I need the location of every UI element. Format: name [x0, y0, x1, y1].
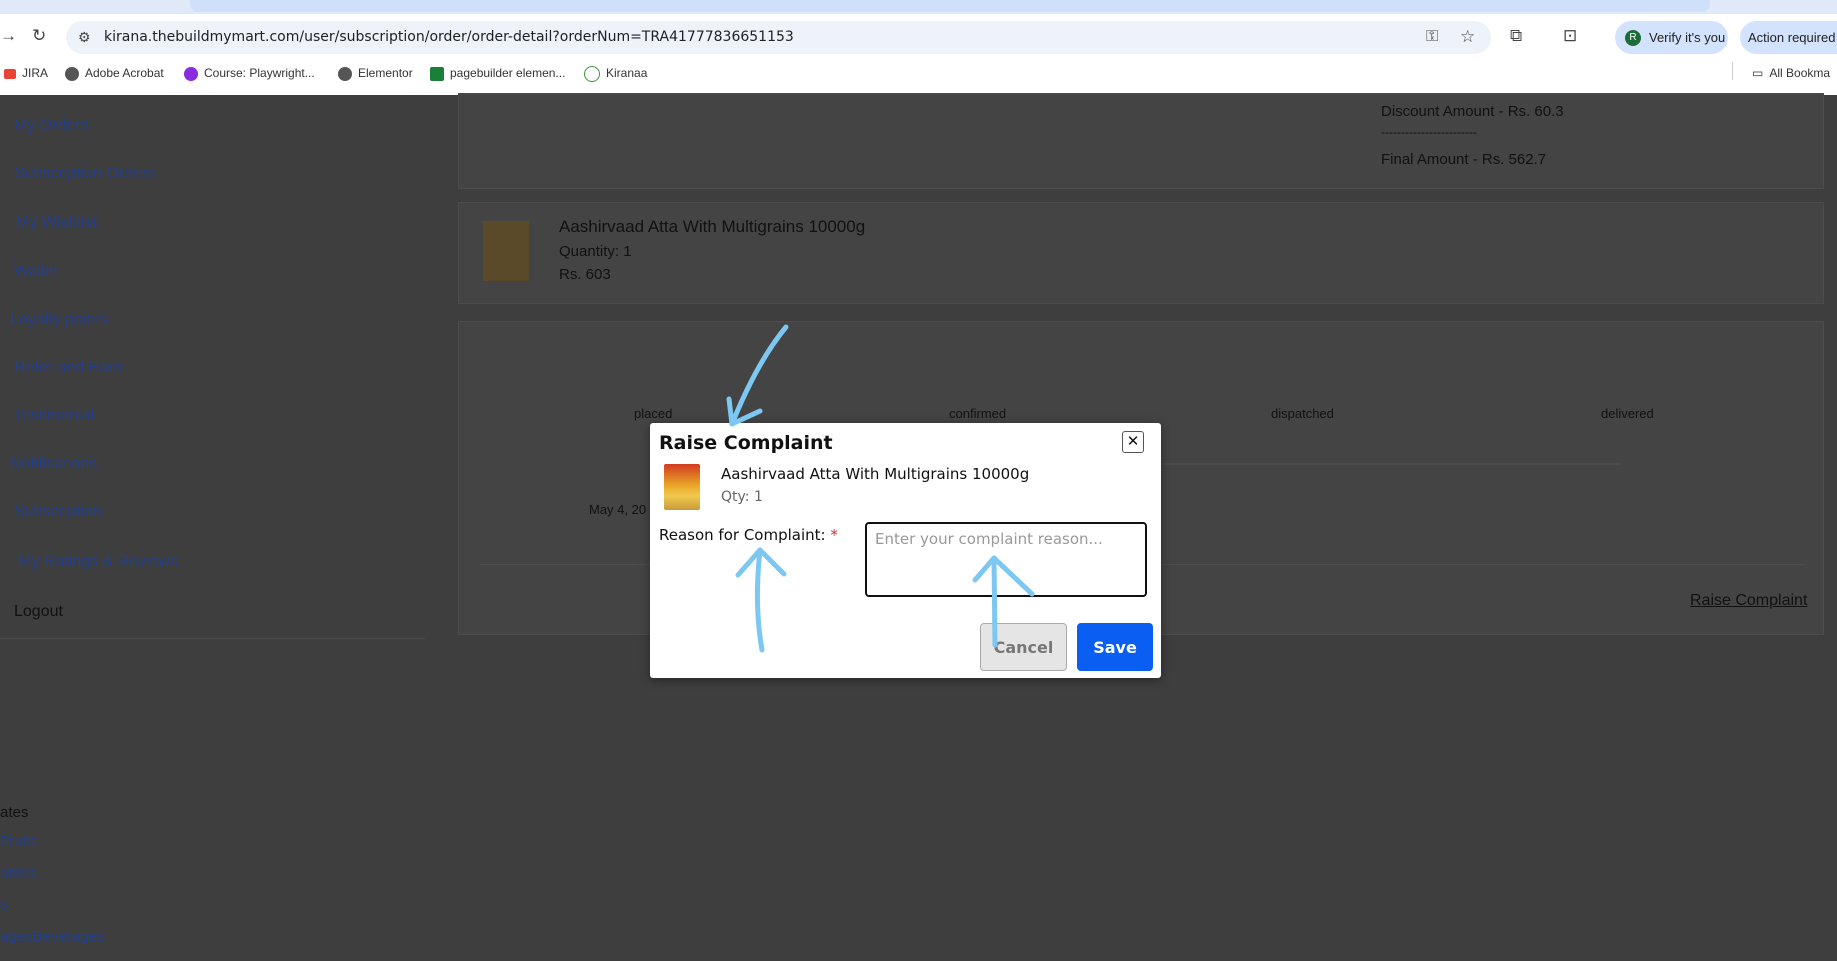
sidebar-item-logout[interactable]: Logout	[14, 603, 63, 621]
url-text[interactable]: kirana.thebuildmymart.com/user/subscript…	[104, 29, 794, 45]
forward-icon[interactable]: →	[0, 26, 17, 46]
product-price: Rs. 603	[559, 266, 611, 283]
sidebar-item-my-orders[interactable]: My Orders	[14, 117, 89, 135]
modal-title: Raise Complaint	[659, 432, 833, 454]
reason-label: Reason for Complaint: *	[659, 526, 838, 544]
bookmark-course-playwright[interactable]: Course: Playwright...	[184, 66, 315, 81]
product-image	[483, 221, 529, 281]
sidebar-item-subscription[interactable]: Subscription	[14, 503, 102, 521]
sidebar-item-subscription-orders[interactable]: Subscription Orders	[14, 165, 155, 183]
bookmark-label: Elementor	[358, 66, 413, 80]
active-tab[interactable]	[190, 0, 1710, 12]
verify-identity-button[interactable]: R Verify it's you	[1615, 21, 1728, 54]
extensions-icon[interactable]: ⧉	[1510, 26, 1522, 46]
profile-avatar: R	[1625, 29, 1641, 46]
raise-complaint-link[interactable]: Raise Complaint	[1690, 592, 1807, 610]
sidebar-item-my-ratings-reviews[interactable]: My Ratings & Reviews	[18, 553, 178, 571]
raise-complaint-modal: Raise Complaint ✕ Aashirvaad Atta With M…	[650, 423, 1161, 678]
order-summary-card: Discount Amount - Rs. 60.3 -------------…	[458, 93, 1824, 189]
action-required-button[interactable]: Action required	[1740, 21, 1837, 54]
bookmark-elementor[interactable]: Elementor	[338, 66, 413, 81]
step-confirmed: confirmed	[949, 406, 1007, 421]
progress-line	[1159, 463, 1619, 465]
required-asterisk: *	[830, 526, 838, 544]
bookmark-pagebuilder[interactable]: pagebuilder elemen...	[430, 66, 565, 81]
verify-label: Verify it's you	[1649, 30, 1726, 45]
reason-label-text: Reason for Complaint:	[659, 526, 826, 544]
placed-date: May 4, 20	[589, 502, 647, 517]
sidebar-item-my-wishlist[interactable]: My Wishlist	[16, 214, 97, 232]
bookmark-label: Adobe Acrobat	[85, 66, 164, 80]
action-required-label: Action required	[1748, 30, 1836, 45]
step-dispatched: dispatched	[1271, 406, 1334, 421]
cast-search-icon[interactable]: ⊡	[1563, 26, 1577, 46]
bookmark-label: Kiranaa	[606, 66, 648, 81]
close-button[interactable]: ✕	[1122, 431, 1144, 453]
step-placed: placed	[634, 406, 673, 421]
discount-amount: Discount Amount - Rs. 60.3	[1381, 103, 1564, 120]
sheets-icon	[430, 66, 444, 81]
sidebar-divider	[0, 638, 425, 639]
folder-icon: ▭	[1752, 66, 1764, 80]
close-icon: ✕	[1126, 433, 1140, 450]
final-amount: Final Amount - Rs. 562.7	[1381, 151, 1547, 168]
product-quantity: Quantity: 1	[559, 243, 632, 260]
bookmark-star-icon[interactable]: ☆	[1460, 27, 1475, 47]
bookmark-label: JIRA	[22, 66, 49, 80]
site-info-icon[interactable]: ⚙	[78, 29, 91, 46]
address-bar[interactable]: ⚙ kirana.thebuildmymart.com/user/subscri…	[66, 21, 1491, 54]
product-name: Aashirvaad Atta With Multigrains 10000g	[559, 217, 866, 236]
all-bookmarks[interactable]: ▭ All Bookma	[1752, 66, 1830, 80]
gmail-icon	[4, 68, 16, 79]
product-card: Aashirvaad Atta With Multigrains 10000g …	[458, 202, 1824, 304]
browser-chrome: → ↻ ⚙ kirana.thebuildmymart.com/user/sub…	[0, 0, 1837, 95]
bookmark-adobe-acrobat[interactable]: Adobe Acrobat	[65, 66, 164, 81]
bookmark-jira[interactable]: JIRA	[4, 66, 48, 80]
category-fruits[interactable]: Fruits	[0, 833, 38, 850]
modal-product-name: Aashirvaad Atta With Multigrains 10000g	[721, 465, 1030, 483]
bookmark-label: Course: Playwright...	[204, 66, 315, 80]
category-item[interactable]: s	[0, 896, 8, 913]
bookmark-kiranaa[interactable]: Kiranaa	[584, 66, 647, 82]
sidebar-item-loyalty-points[interactable]: Loyalty points	[10, 311, 108, 329]
save-button[interactable]: Save	[1077, 623, 1153, 671]
category-vegetables[interactable]: ables	[0, 865, 36, 882]
check-icon	[584, 66, 600, 82]
complaint-reason-input[interactable]	[865, 522, 1147, 597]
globe-icon	[65, 66, 79, 81]
bookmarks-divider	[1732, 62, 1733, 80]
all-bookmarks-label: All Bookma	[1769, 66, 1831, 80]
globe-icon	[338, 66, 352, 81]
sidebar-item-notifications[interactable]: Notifications	[10, 455, 97, 473]
product-thumbnail	[664, 464, 700, 510]
summary-divider: ------------------------	[1381, 125, 1477, 139]
password-key-icon[interactable]: ⚿	[1426, 28, 1438, 46]
tab-strip	[0, 0, 1837, 14]
sidebar-item-testimonial[interactable]: Testimonial	[14, 407, 94, 425]
reload-icon[interactable]: ↻	[32, 26, 46, 46]
step-delivered: delivered	[1601, 406, 1654, 421]
categories-heading: ates	[0, 804, 29, 821]
bookmark-label: pagebuilder elemen...	[450, 66, 566, 80]
cancel-button[interactable]: Cancel	[980, 623, 1067, 671]
modal-product-qty: Qty: 1	[721, 489, 763, 505]
bookmarks-bar: JIRA Adobe Acrobat Course: Playwright...…	[0, 62, 1837, 86]
sidebar-item-refer-and-earn[interactable]: Refer and Earn	[14, 359, 123, 377]
course-icon	[184, 66, 198, 81]
sidebar-item-wallet[interactable]: Wallet	[14, 263, 58, 281]
category-beverages[interactable]: agesBeverages	[0, 928, 104, 945]
